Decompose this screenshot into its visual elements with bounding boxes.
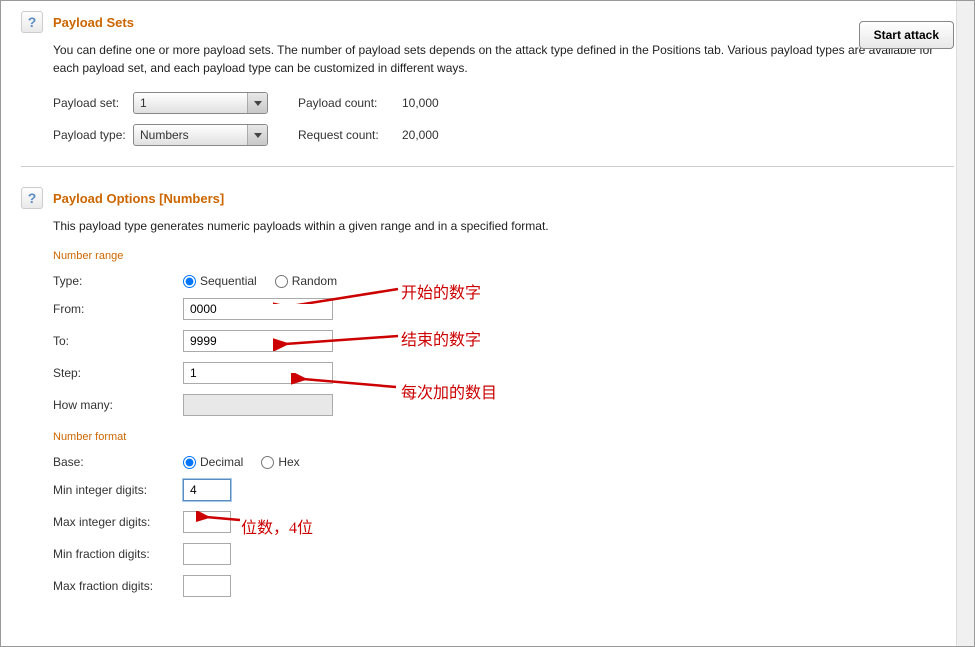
base-label: Base: — [53, 455, 183, 469]
min-int-input[interactable] — [183, 479, 231, 501]
step-label: Step: — [53, 366, 183, 380]
radio-decimal[interactable]: Decimal — [183, 455, 243, 469]
min-int-label: Min integer digits: — [53, 483, 183, 497]
payload-type-value: Numbers — [140, 128, 189, 142]
divider — [21, 166, 954, 167]
radio-random-input[interactable] — [275, 275, 288, 288]
annotation-step: 每次加的数目 — [401, 379, 497, 403]
radio-decimal-input[interactable] — [183, 456, 196, 469]
to-input[interactable] — [183, 330, 333, 352]
help-icon[interactable]: ? — [21, 187, 43, 209]
request-count-value: 20,000 — [402, 128, 439, 142]
radio-random[interactable]: Random — [275, 274, 337, 288]
annotation-to: 结束的数字 — [401, 326, 481, 350]
payload-set-value: 1 — [140, 96, 147, 110]
random-label: Random — [292, 274, 337, 288]
payload-sets-title: Payload Sets — [53, 15, 134, 30]
help-icon[interactable]: ? — [21, 11, 43, 33]
payload-sets-desc: You can define one or more payload sets.… — [53, 41, 954, 77]
start-attack-button[interactable]: Start attack — [859, 21, 954, 49]
number-range-title: Number range — [53, 250, 954, 262]
payload-set-dropdown[interactable]: 1 — [133, 92, 268, 114]
from-label: From: — [53, 302, 183, 316]
type-label: Type: — [53, 274, 183, 288]
step-input[interactable] — [183, 362, 333, 384]
max-int-input[interactable] — [183, 511, 231, 533]
hex-label: Hex — [278, 455, 299, 469]
radio-sequential-input[interactable] — [183, 275, 196, 288]
number-format-title: Number format — [53, 431, 954, 443]
how-many-input — [183, 394, 333, 416]
min-frac-label: Min fraction digits: — [53, 547, 183, 561]
max-int-label: Max integer digits: — [53, 515, 183, 529]
annotation-minint: 位数，4位 — [241, 514, 313, 538]
scrollbar[interactable] — [956, 1, 974, 646]
how-many-label: How many: — [53, 398, 183, 412]
radio-sequential[interactable]: Sequential — [183, 274, 257, 288]
payload-count-label: Payload count: — [298, 96, 398, 110]
radio-hex[interactable]: Hex — [261, 455, 299, 469]
max-frac-label: Max fraction digits: — [53, 579, 183, 593]
max-frac-input[interactable] — [183, 575, 231, 597]
request-count-label: Request count: — [298, 128, 398, 142]
payload-sets-section: ? Payload Sets You can define one or mor… — [21, 11, 954, 146]
payload-options-title: Payload Options [Numbers] — [53, 191, 224, 206]
annotation-from: 开始的数字 — [401, 279, 481, 303]
radio-hex-input[interactable] — [261, 456, 274, 469]
from-input[interactable] — [183, 298, 333, 320]
chevron-down-icon — [247, 125, 267, 145]
payload-type-dropdown[interactable]: Numbers — [133, 124, 268, 146]
payload-count-value: 10,000 — [402, 96, 439, 110]
payload-set-label: Payload set: — [53, 96, 133, 110]
decimal-label: Decimal — [200, 455, 243, 469]
sequential-label: Sequential — [200, 274, 257, 288]
min-frac-input[interactable] — [183, 543, 231, 565]
payload-options-desc: This payload type generates numeric payl… — [53, 217, 954, 235]
chevron-down-icon — [247, 93, 267, 113]
payload-type-label: Payload type: — [53, 128, 133, 142]
to-label: To: — [53, 334, 183, 348]
